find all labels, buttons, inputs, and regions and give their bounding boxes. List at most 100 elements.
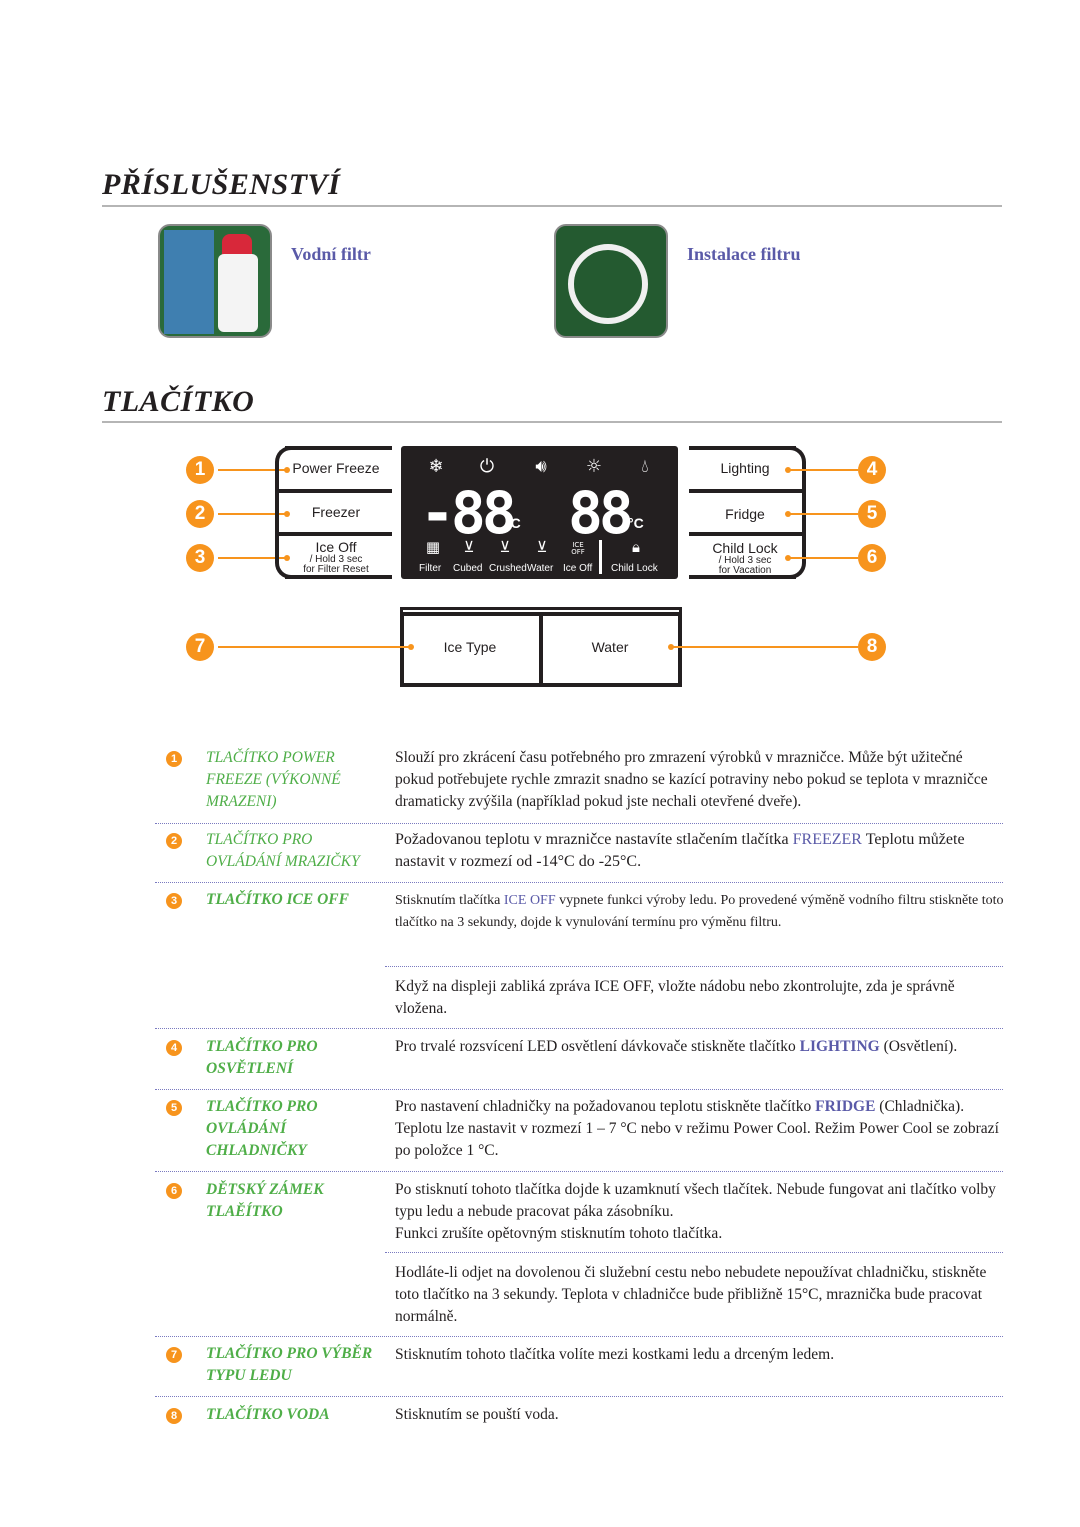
callout-badge-8: 8	[858, 633, 886, 661]
lighting-icon: ☼	[585, 456, 603, 477]
row-badge-4: 4	[166, 1040, 182, 1056]
child-lock-indicator-label: Child Lock	[611, 563, 658, 574]
row-badge-5: 5	[166, 1100, 182, 1116]
crushed-icon: ⊻	[499, 538, 511, 556]
child-lock-button-sub2: for Vacation	[718, 565, 772, 576]
water-icon: ⊻	[536, 538, 548, 556]
ice-type-button-label: Ice Type	[443, 639, 497, 655]
ice-off-button-label: Ice Off	[315, 539, 357, 555]
buttons-rule	[102, 421, 1002, 423]
callout-line-8	[672, 646, 858, 648]
filter-box-graphic	[164, 230, 214, 334]
row-title-7: TLAČÍTKO PRO VÝBĚR TYPU LEDU	[206, 1345, 373, 1384]
row-separator	[155, 1028, 1003, 1029]
row-text-3b: Když na displeji zabliká zpráva ICE OFF,…	[395, 978, 955, 1017]
lock-icon: 🔒︎	[632, 538, 640, 556]
display-divider	[599, 540, 602, 574]
power-cool-icon: ⏻	[479, 456, 495, 477]
row-badge-6: 6	[166, 1183, 182, 1199]
row-separator	[155, 1089, 1003, 1090]
lighting-highlight: LIGHTING	[799, 1038, 880, 1055]
fridge-temp-readout: 88	[568, 479, 634, 547]
row-title-3: TLAČÍTKO ICE OFF	[206, 891, 349, 908]
water-filter-image	[158, 224, 272, 338]
row-title-8: TLAČÍTKO VODA	[206, 1406, 330, 1423]
callout-badge-3: 3	[186, 544, 214, 572]
row-text-4: Pro trvalé rozsvícení LED osvětlení dávk…	[395, 1036, 1005, 1058]
ice-off-indicator-label: Ice Off	[563, 563, 593, 574]
water-filter-label: Vodní filtr	[291, 244, 371, 264]
row-text-3a: Stisknutím tlačítka ICE OFF vypnete funk…	[395, 890, 1005, 934]
row-text-6a: Po stisknutí tohoto tlačítka dojde k uza…	[395, 1181, 996, 1220]
row-title-4: TLAČÍTKO PRO OSVĚTLENÍ	[206, 1038, 318, 1077]
row-text-1-body: Slouží pro zkrácení času potřebného pro …	[395, 749, 988, 810]
callout-badge-6: 6	[858, 544, 886, 572]
row-subseparator	[385, 1252, 1003, 1253]
buttons-title: TLAČÍTKO	[102, 385, 255, 418]
row-title-2: TLAČÍTKO PRO OVLÁDÁNÍ MRAZIČKY	[206, 831, 360, 870]
right-panel-line-2	[689, 532, 804, 536]
ice-off-icon: ICE OFF	[571, 541, 585, 556]
row-separator	[155, 1336, 1003, 1337]
water-button-label: Water	[591, 639, 629, 655]
row-text-7: Stisknutím tohoto tlačítka volíte mezi k…	[395, 1346, 835, 1363]
callout-dot-7	[408, 644, 414, 650]
callout-badge-5: 5	[858, 500, 886, 528]
crushed-indicator-label: Crushed	[489, 563, 527, 574]
child-lock-button[interactable]: Child Lock / Hold 3 sec for Vacation	[700, 541, 790, 576]
row-separator	[155, 1171, 1003, 1172]
filter-cap-graphic	[222, 234, 252, 256]
accessories-title: PŘÍSLUŠENSTVÍ	[102, 168, 341, 201]
row-separator	[155, 823, 1003, 824]
row-separator	[155, 1396, 1003, 1397]
row-badge-7: 7	[166, 1347, 182, 1363]
right-panel-line-top	[689, 446, 796, 450]
freezer-button[interactable]: Freezer	[290, 505, 382, 520]
row-text-5-pre: Pro nastavení chladničky na požadovanou …	[395, 1098, 816, 1115]
row-text-5: Pro nastavení chladničky na požadovanou …	[395, 1096, 1005, 1162]
row-text-2: Požadovanou teplotu v mrazničce nastavít…	[395, 829, 1005, 873]
callout-line-7	[218, 646, 410, 648]
lighting-button[interactable]: Lighting	[700, 461, 790, 476]
sound-icon: 🔊︎	[535, 456, 547, 477]
row-separator	[155, 882, 1003, 883]
callout-badge-2: 2	[186, 500, 214, 528]
row-text-4-post: (Osvětlení).	[879, 1038, 958, 1055]
ice-drop-icon: 💧︎	[641, 456, 649, 477]
callout-line-5	[788, 513, 858, 515]
filter-installation-label: Instalace filtru	[687, 244, 801, 264]
fridge-temp-unit: °C	[628, 515, 644, 531]
filter-cartridge-graphic	[218, 254, 258, 332]
fridge-highlight: FRIDGE	[815, 1098, 876, 1115]
freezer-highlight: FREEZER	[792, 831, 862, 848]
filter-icon: ▦	[425, 538, 441, 556]
child-lock-button-label: Child Lock	[712, 540, 778, 556]
row-badge-1: 1	[166, 751, 182, 767]
ice-off-highlight: ICE OFF	[503, 893, 556, 908]
row-text-1: Slouží pro zkrácení času potřebného pro …	[395, 747, 1005, 813]
row-badge-3: 3	[166, 893, 182, 909]
freezer-temp-readout: -88	[420, 479, 517, 547]
row-badge-8: 8	[166, 1408, 182, 1424]
left-panel-line-bottom	[285, 575, 392, 579]
callout-badge-7: 7	[186, 633, 214, 661]
filter-indicator-label: Filter	[419, 563, 442, 574]
tubing-coil-graphic	[568, 244, 648, 324]
callout-badge-4: 4	[858, 456, 886, 484]
callout-line-6	[788, 557, 858, 559]
callout-badge-1: 1	[186, 456, 214, 484]
row-title-1: TLAČÍTKO POWER FREEZE (VÝKONNÉ MRAZENI)	[206, 749, 341, 810]
row-subseparator	[385, 966, 1003, 967]
right-panel-line-1	[689, 489, 804, 493]
callout-line-4	[788, 469, 858, 471]
left-panel-line-1	[277, 489, 392, 493]
cubed-indicator-label: Cubed	[453, 563, 483, 574]
ice-off-button-sub2: for Filter Reset	[303, 564, 369, 575]
row-badge-2: 2	[166, 833, 182, 849]
row-text-6b: Funkci zrušíte opětovným stisknutím toho…	[395, 1225, 723, 1242]
row-text-6c: Hodláte-li odjet na dovolenou či služebn…	[395, 1264, 987, 1325]
power-freeze-button[interactable]: Power Freeze	[290, 461, 382, 476]
row-title-5: TLAČÍTKO PRO OVLÁDÁNÍ CHLADNIČKY	[206, 1098, 318, 1159]
fridge-button[interactable]: Fridge	[700, 507, 790, 522]
ice-off-button[interactable]: Ice Off / Hold 3 sec for Filter Reset	[290, 540, 382, 575]
